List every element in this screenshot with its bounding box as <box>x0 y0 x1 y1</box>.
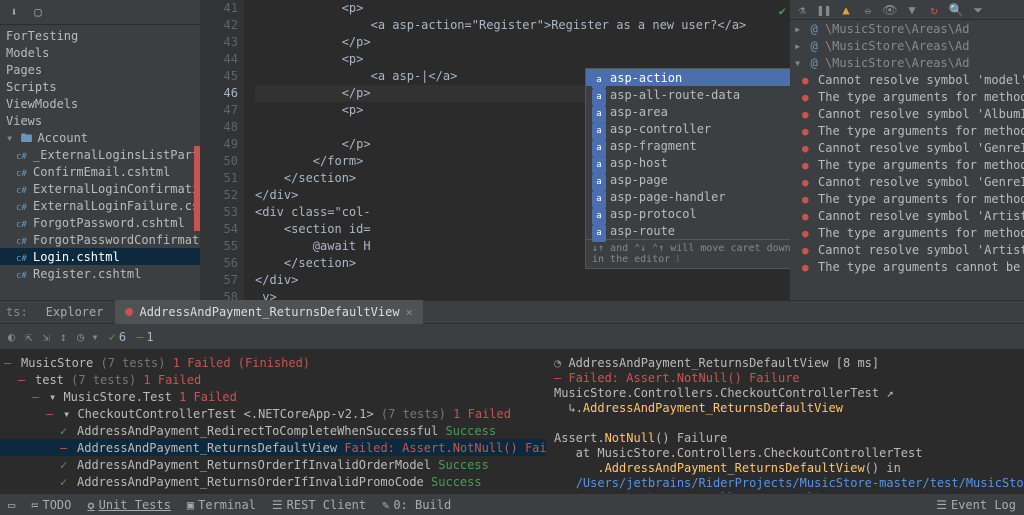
completion-hint: ↓↑ and ⌃↓ ⌃↑ will move caret down and up… <box>586 239 790 268</box>
tree-file[interactable]: c#_ExternalLoginsListPartial.cs <box>0 146 200 163</box>
pause-icon[interactable]: ❚❚ <box>816 2 832 18</box>
arrow-down-icon[interactable]: ⬇ <box>6 4 22 20</box>
error-group[interactable]: ▸ @ \MusicStore\Areas\Ad <box>790 37 1024 54</box>
error-group[interactable]: ▾ @ \MusicStore\Areas\Ad <box>790 54 1024 71</box>
tab-label: AddressAndPayment_ReturnsDefaultView <box>139 305 399 319</box>
code-editor[interactable]: ✔ 41424344454647484950515253545556575859… <box>200 0 790 300</box>
tree-file[interactable]: c#ForgotPassword.cshtml <box>0 214 200 231</box>
hide-icon[interactable]: ⦵ <box>860 2 876 18</box>
tab-label: Explorer <box>46 305 104 319</box>
completion-popup[interactable]: aasp-actionaasp-all-route-dataaasp-areaa… <box>585 68 790 269</box>
error-item[interactable]: The type arguments for method <box>790 190 1024 207</box>
tree-file[interactable]: c#Register.cshtml <box>0 265 200 282</box>
tree-folder[interactable]: Views <box>0 112 200 129</box>
error-item[interactable]: The type arguments cannot be in <box>790 258 1024 275</box>
test-tree-row[interactable]: ✓AddressAndPayment_ReturnsOrderIfInvalid… <box>0 456 546 473</box>
test-tree-row[interactable]: —▾ MusicStore.Test 1 Failed <box>0 388 546 405</box>
tree-file[interactable]: c#ExternalLoginConfirmation <box>0 180 200 197</box>
rest-client-tab[interactable]: ☰ REST Client <box>272 498 366 512</box>
error-item[interactable]: Cannot resolve symbol 'model' <box>790 71 1024 88</box>
tree-file[interactable]: c#ExternalLoginFailure.cshtml <box>0 197 200 214</box>
pass-count: 6 <box>109 330 126 344</box>
error-item[interactable]: The type arguments for method <box>790 122 1024 139</box>
completion-item[interactable]: aasp-page <box>586 171 790 188</box>
tree-folder[interactable]: Models <box>0 44 200 61</box>
test-toolbar: ◐ ⇱ ⇲ ↕ ◷ ▾ 6 1 <box>0 324 1024 350</box>
fail-dot-icon <box>125 308 133 316</box>
error-item[interactable]: Cannot resolve symbol 'GenreId <box>790 139 1024 156</box>
completion-item[interactable]: aasp-area <box>586 103 790 120</box>
completion-item[interactable]: aasp-fragment <box>586 137 790 154</box>
project-toolbar: ⬇ ▢ <box>0 0 200 25</box>
project-tree-panel: ⬇ ▢ ForTestingModelsPagesScriptsViewMode… <box>0 0 200 300</box>
completion-item[interactable]: aasp-controller <box>586 120 790 137</box>
test-tree-row[interactable]: —MusicStore (7 tests) 1 Failed (Finished… <box>0 354 546 371</box>
test-tree-row[interactable]: ✓AddressAndPayment_RedirectToCompleteWhe… <box>0 422 546 439</box>
theme-toggle-icon[interactable]: ◐ <box>8 330 15 344</box>
error-item[interactable]: Cannot resolve symbol 'ArtistId <box>790 241 1024 258</box>
build-tab[interactable]: ✎ 0: Build <box>382 498 451 512</box>
tree-folder[interactable]: Pages <box>0 61 200 78</box>
error-item[interactable]: The type arguments for method <box>790 88 1024 105</box>
tool-tabs: ts: Explorer AddressAndPayment_ReturnsDe… <box>0 300 1024 324</box>
tree-folder[interactable]: ForTesting <box>0 27 200 44</box>
tree-folder[interactable]: ViewModels <box>0 95 200 112</box>
error-item[interactable]: Cannot resolve symbol 'AlbumId <box>790 105 1024 122</box>
completion-item[interactable]: aasp-action <box>586 69 790 86</box>
test-tree-row[interactable]: —AddressAndPayment_ReturnsDefaultView Fa… <box>0 439 546 456</box>
error-item[interactable]: The type arguments for method <box>790 224 1024 241</box>
unit-tests-tab[interactable]: ✪ Unit Tests <box>87 498 170 512</box>
sort-icon[interactable]: ↕ <box>60 330 67 344</box>
tree-folder-account[interactable]: 🖿Account <box>0 129 200 146</box>
panel-icon[interactable]: ▢ <box>30 4 46 20</box>
test-tree[interactable]: —MusicStore (7 tests) 1 Failed (Finished… <box>0 350 546 515</box>
warning-icon[interactable]: ▲ <box>838 2 854 18</box>
status-bar: ▭ ≔ TODO ✪ Unit Tests ▣ Terminal ☰ REST … <box>0 493 1024 515</box>
test-tree-row[interactable]: ✓AddressAndPayment_ReturnsOrderIfInvalid… <box>0 473 546 490</box>
completion-item[interactable]: aasp-host <box>586 154 790 171</box>
tree-file[interactable]: c#Login.cshtml <box>0 248 200 265</box>
filter-icon[interactable]: ▼ <box>904 2 920 18</box>
expand-icon[interactable]: ⇱ <box>25 330 32 344</box>
search-icon[interactable]: 🔍 <box>948 2 964 18</box>
fail-count: 1 <box>136 330 153 344</box>
tree-file[interactable]: c#ConfirmEmail.cshtml <box>0 163 200 180</box>
tab-test-result[interactable]: AddressAndPayment_ReturnsDefaultView ✕ <box>115 300 422 324</box>
event-log-tab[interactable]: ☰ Event Log <box>936 498 1016 512</box>
error-item[interactable]: Cannot resolve symbol 'GenreId <box>790 173 1024 190</box>
flask-icon[interactable]: ⚗ <box>794 2 810 18</box>
problems-panel: ⚗ ❚❚ ▲ ⦵ 👁 ▼ ↻ 🔍 ⏷ ▸ @ \MusicStore\Areas… <box>790 0 1024 300</box>
test-tree-row[interactable]: —▾ CheckoutControllerTest <.NETCoreApp-v… <box>0 405 546 422</box>
error-group[interactable]: ▸ @ \MusicStore\Areas\Ad <box>790 20 1024 37</box>
options-icon[interactable]: ◷ ▾ <box>77 330 99 344</box>
problems-toolbar: ⚗ ❚❚ ▲ ⦵ 👁 ▼ ↻ 🔍 ⏷ <box>790 0 1024 20</box>
hide-panel-icon[interactable]: ▭ <box>8 498 15 512</box>
close-tab-icon[interactable]: ✕ <box>406 305 413 319</box>
tree-file[interactable]: c#ForgotPasswordConfirmatio <box>0 231 200 248</box>
refresh-icon[interactable]: ↻ <box>926 2 942 18</box>
completion-item[interactable]: aasp-page-handler <box>586 188 790 205</box>
test-tree-row[interactable]: —test (7 tests) 1 Failed <box>0 371 546 388</box>
todo-tab[interactable]: ≔ TODO <box>31 498 71 512</box>
error-item[interactable]: The type arguments for method <box>790 156 1024 173</box>
completion-item[interactable]: aasp-protocol <box>586 205 790 222</box>
completion-item[interactable]: aasp-all-route-data <box>586 86 790 103</box>
test-detail: ◔ AddressAndPayment_ReturnsDefaultView [… <box>546 350 1024 515</box>
error-item[interactable]: Cannot resolve symbol 'ArtistId <box>790 207 1024 224</box>
test-results-panel: —MusicStore (7 tests) 1 Failed (Finished… <box>0 350 1024 515</box>
tabs-label: ts: <box>6 305 28 319</box>
collapse-icon[interactable]: ⇲ <box>42 330 49 344</box>
tab-explorer[interactable]: Explorer <box>36 300 114 324</box>
line-number-gutter: 4142434445464748495051525354555657585960… <box>200 0 244 300</box>
tree-folder[interactable]: Scripts <box>0 78 200 95</box>
eye-icon[interactable]: 👁 <box>882 2 898 18</box>
options-icon[interactable]: ⏷ <box>970 2 986 18</box>
terminal-tab[interactable]: ▣ Terminal <box>187 498 256 512</box>
completion-item[interactable]: aasp-route <box>586 222 790 239</box>
